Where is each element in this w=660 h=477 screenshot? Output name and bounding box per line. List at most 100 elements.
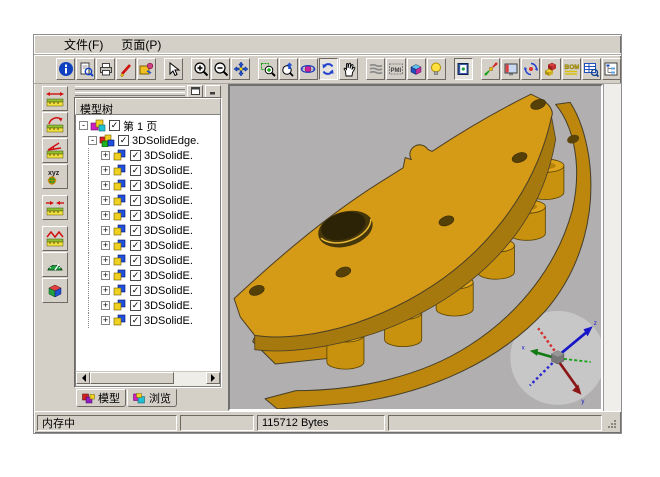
measure-angle-icon (45, 141, 65, 160)
coordinate-xyz-button[interactable]: xyz (42, 164, 68, 189)
scroll-right-button[interactable] (206, 372, 220, 384)
visibility-checkbox[interactable]: ✓ (130, 240, 141, 251)
measure-radius-button[interactable] (42, 112, 68, 137)
expand-icon[interactable]: + (101, 166, 110, 175)
visibility-checkbox[interactable]: ✓ (130, 180, 141, 191)
panel-grip-bar[interactable] (74, 85, 222, 97)
pmi-button[interactable]: PMI (386, 58, 405, 80)
data-table-button[interactable] (582, 58, 601, 80)
tree-item-part[interactable]: + ✓ 3DSolidE. (79, 283, 220, 298)
render-cube-icon (408, 61, 424, 77)
tree-item-page[interactable]: - ✓ 第 1 页 (79, 118, 220, 133)
explode-button[interactable] (481, 58, 500, 80)
tree-item-part[interactable]: + ✓ 3DSolidE. (79, 193, 220, 208)
refresh-button[interactable] (319, 58, 338, 80)
tree-item-part[interactable]: + ✓ 3DSolidE. (79, 208, 220, 223)
visibility-checkbox[interactable]: ✓ (130, 165, 141, 176)
report-button[interactable] (454, 58, 473, 80)
scrollbar-track[interactable] (90, 372, 206, 386)
select-button[interactable] (164, 58, 183, 80)
tree-item-part[interactable]: + ✓ 3DSolidE. (79, 253, 220, 268)
menu-page[interactable]: 页面(P) (113, 35, 169, 54)
tree-item-label: 3DSolidE. (144, 315, 193, 327)
viewport-3d[interactable]: z y x (228, 84, 603, 411)
visibility-checkbox[interactable]: ✓ (118, 135, 129, 146)
panel-grip-lines (75, 86, 185, 96)
gauge-button[interactable] (42, 252, 68, 277)
info-button[interactable] (56, 58, 75, 80)
model-tree[interactable]: - ✓ 第 1 页 - ✓ 3DSolidEdge. (75, 115, 221, 371)
visibility-checkbox[interactable]: ✓ (130, 285, 141, 296)
material-cube-button[interactable] (42, 278, 68, 303)
export-button[interactable] (137, 58, 156, 80)
zoom-in-button[interactable] (191, 58, 210, 80)
tree-item-part[interactable]: + ✓ 3DSolidE. (79, 268, 220, 283)
pan-button[interactable] (231, 58, 250, 80)
tab-browse[interactable]: 浏览 (127, 389, 177, 407)
expand-icon[interactable]: + (101, 196, 110, 205)
bom-button[interactable]: BOM (562, 58, 581, 80)
resize-grip[interactable] (605, 416, 618, 430)
expand-icon[interactable]: + (101, 181, 110, 190)
visibility-checkbox[interactable]: ✓ (130, 315, 141, 326)
measure-distance-button[interactable] (42, 195, 68, 220)
collapse-icon[interactable]: - (79, 121, 88, 130)
svg-text:xyz: xyz (48, 170, 60, 177)
expand-icon[interactable]: + (101, 211, 110, 220)
hand-button[interactable] (339, 58, 358, 80)
float-panel-button[interactable] (187, 85, 203, 98)
expand-icon[interactable]: + (101, 271, 110, 280)
scrollbar-thumb[interactable] (90, 372, 174, 384)
redline-icon (118, 61, 134, 77)
spin-button[interactable] (521, 58, 540, 80)
tree-item-part[interactable]: + ✓ 3DSolidE. (79, 313, 220, 328)
visibility-checkbox[interactable]: ✓ (130, 270, 141, 281)
tree-horizontal-scrollbar[interactable] (75, 371, 221, 387)
measure-curve-button[interactable] (42, 226, 68, 251)
visibility-checkbox[interactable]: ✓ (130, 150, 141, 161)
collapse-icon[interactable]: - (88, 136, 97, 145)
tree-item-part[interactable]: + ✓ 3DSolidE. (79, 178, 220, 193)
expand-icon[interactable]: + (101, 151, 110, 160)
tree-item-assembly[interactable]: - ✓ 3DSolidEdge. (88, 133, 220, 148)
visibility-checkbox[interactable]: ✓ (130, 255, 141, 266)
structure-tree-button[interactable] (602, 58, 621, 80)
tree-item-part[interactable]: + ✓ 3DSolidE. (79, 223, 220, 238)
expand-icon[interactable]: + (101, 226, 110, 235)
print-button[interactable] (96, 58, 115, 80)
visibility-checkbox[interactable]: ✓ (130, 225, 141, 236)
zoom-out-button[interactable] (211, 58, 230, 80)
zoom-window-button[interactable] (258, 58, 277, 80)
redline-button[interactable] (116, 58, 135, 80)
tree-item-part[interactable]: + ✓ 3DSolidE. (79, 163, 220, 178)
visibility-checkbox[interactable]: ✓ (130, 195, 141, 206)
tab-model[interactable]: 模型 (76, 389, 126, 407)
menu-file[interactable]: 文件(F) (56, 35, 111, 54)
measure-length-button[interactable] (42, 86, 68, 111)
rotate-button[interactable] (299, 58, 318, 80)
tree-item-part[interactable]: + ✓ 3DSolidE. (79, 298, 220, 313)
presentation-button[interactable] (501, 58, 520, 80)
render-mode-button[interactable] (407, 58, 426, 80)
tree-item-label: 3DSolidE. (144, 210, 193, 222)
expand-icon[interactable]: + (101, 301, 110, 310)
visibility-checkbox[interactable]: ✓ (130, 300, 141, 311)
expand-icon[interactable]: + (101, 286, 110, 295)
tree-part-list: + ✓ 3DSolidE. + ✓ 3DSolidE (79, 148, 220, 328)
zoom-dynamic-button[interactable] (279, 58, 298, 80)
visibility-checkbox[interactable]: ✓ (109, 120, 120, 131)
print-preview-icon (78, 61, 94, 77)
expand-icon[interactable]: + (101, 241, 110, 250)
expand-icon[interactable]: + (101, 316, 110, 325)
tree-item-part[interactable]: + ✓ 3DSolidE. (79, 238, 220, 253)
tree-item-part[interactable]: + ✓ 3DSolidE. (79, 148, 220, 163)
lighting-button[interactable] (427, 58, 446, 80)
collapse-panel-button[interactable] (205, 85, 221, 98)
blocks-button[interactable] (541, 58, 560, 80)
scroll-left-button[interactable] (76, 372, 90, 384)
measure-angle-button[interactable] (42, 138, 68, 163)
wireframe-button[interactable] (366, 58, 385, 80)
visibility-checkbox[interactable]: ✓ (130, 210, 141, 221)
print-preview-button[interactable] (76, 58, 95, 80)
expand-icon[interactable]: + (101, 256, 110, 265)
